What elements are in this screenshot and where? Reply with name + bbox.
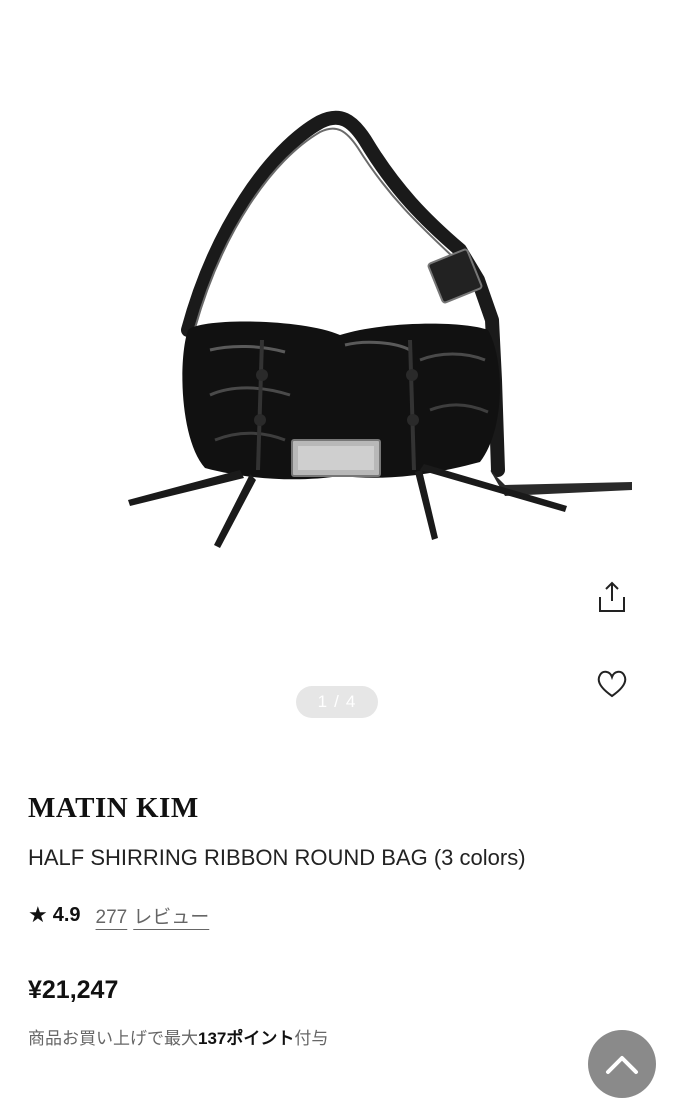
review-count: 277 [95, 906, 128, 928]
chevron-up-icon [606, 1056, 638, 1074]
star-icon: ★ [28, 902, 48, 927]
brand-name[interactable]: MATIN KIM [28, 792, 199, 825]
pager-separator: / [334, 692, 340, 711]
share-button[interactable] [590, 575, 634, 619]
price: ¥21,247 [28, 976, 119, 1004]
points-prefix: 商品お買い上げで最大 [28, 1029, 198, 1048]
product-image[interactable] [0, 0, 675, 600]
product-image-gallery[interactable]: 1 / 4 [0, 0, 675, 740]
review-link[interactable]: 277 レビュー [96, 902, 210, 929]
review-label: レビュー [133, 906, 210, 928]
rating-row: ★ 4.9 277 レビュー [28, 900, 209, 930]
points-suffix: 付与 [294, 1029, 329, 1048]
scroll-to-top-button[interactable] [588, 1030, 656, 1098]
rating-value: 4.9 [52, 903, 81, 926]
pager-total: 4 [345, 692, 357, 711]
image-pager: 1 / 4 [296, 686, 378, 718]
points-info: 商品お買い上げで最大137ポイント付与 [28, 1024, 328, 1049]
share-icon [599, 581, 625, 612]
favorite-button[interactable] [590, 662, 634, 706]
pager-current: 1 [317, 692, 329, 711]
points-value: 137ポイント [198, 1029, 295, 1048]
product-title: HALF SHIRRING RIBBON ROUND BAG (3 colors… [28, 845, 526, 870]
heart-icon [597, 670, 627, 698]
